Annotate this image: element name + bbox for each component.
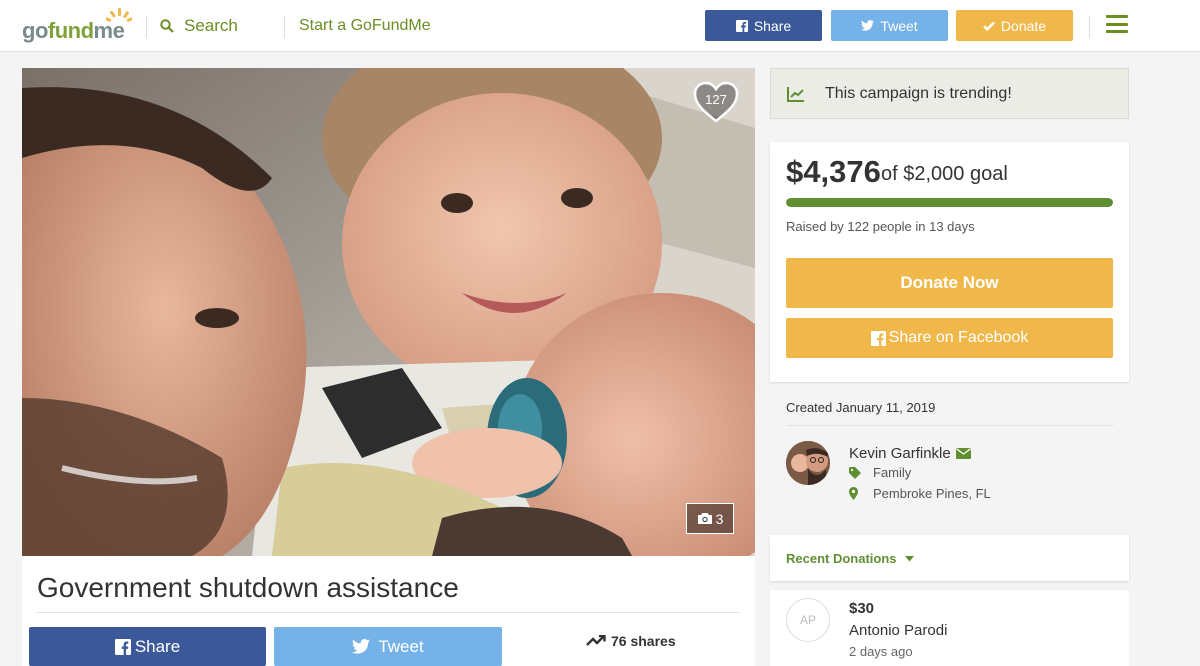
photo-count: 3 bbox=[715, 510, 724, 527]
search-icon bbox=[160, 19, 174, 33]
header-tweet-button[interactable]: Tweet bbox=[831, 10, 948, 41]
donation-amount: $30 bbox=[849, 600, 875, 617]
photo-gallery-button[interactable]: 3 bbox=[686, 503, 734, 534]
organizer-avatar[interactable] bbox=[786, 441, 830, 485]
header-share-label: Share bbox=[753, 17, 792, 34]
header-donate-label: Donate bbox=[1000, 17, 1047, 34]
header-share-button[interactable]: Share bbox=[705, 10, 822, 41]
organizer-divider bbox=[786, 425, 1114, 426]
header-divider bbox=[1089, 16, 1090, 38]
twitter-icon bbox=[352, 639, 371, 654]
campaign-title: Government shutdown assistance bbox=[37, 572, 459, 603]
tweet-label: Tweet bbox=[378, 636, 424, 656]
facebook-icon bbox=[114, 638, 131, 655]
title-divider bbox=[37, 612, 740, 613]
organizer-name-text: Kevin Garfinkle bbox=[849, 445, 951, 462]
facebook-icon bbox=[870, 330, 886, 346]
header-donate-button[interactable]: Donate bbox=[956, 10, 1073, 41]
tag-icon bbox=[849, 466, 861, 479]
header-divider bbox=[284, 16, 285, 38]
trending-text: This campaign is trending! bbox=[825, 85, 1012, 102]
donor-name: Antonio Parodi bbox=[849, 622, 948, 639]
share-button[interactable]: Share bbox=[29, 627, 266, 666]
goal-amount: of $2,000 goal bbox=[881, 163, 1008, 185]
camera-icon bbox=[697, 513, 712, 524]
trending-up-icon bbox=[586, 635, 606, 646]
progress-bar-fill bbox=[786, 198, 1113, 207]
start-gofundme-link[interactable]: Start a GoFundMe bbox=[299, 17, 431, 35]
raised-by-text: Raised by 122 people in 13 days bbox=[786, 219, 975, 234]
caret-down-icon bbox=[904, 555, 914, 561]
campaign-photo[interactable] bbox=[22, 68, 755, 556]
top-header: gofundme Search Start a GoFundMe Share T… bbox=[0, 0, 1200, 52]
hamburger-menu-icon[interactable] bbox=[1106, 15, 1128, 33]
organizer-location-text: Pembroke Pines, FL bbox=[873, 486, 991, 501]
tweet-button[interactable]: Tweet bbox=[274, 627, 502, 666]
campaign-photo-image bbox=[22, 68, 755, 556]
logo-wordmark: gofundme bbox=[22, 18, 125, 43]
organizer-name[interactable]: Kevin Garfinkle bbox=[849, 445, 971, 462]
check-icon bbox=[983, 21, 995, 31]
organizer-avatar-image bbox=[786, 441, 830, 485]
share-on-facebook-button[interactable]: Share on Facebook bbox=[786, 318, 1113, 358]
map-pin-icon bbox=[849, 487, 858, 500]
envelope-icon[interactable] bbox=[955, 448, 971, 459]
donation-time: 2 days ago bbox=[849, 644, 913, 659]
donor-avatar: AP bbox=[786, 598, 830, 642]
twitter-icon bbox=[861, 20, 875, 31]
raised-amount: $4,376 bbox=[786, 154, 881, 189]
created-date: Created January 11, 2019 bbox=[786, 400, 936, 415]
search-link[interactable]: Search bbox=[160, 16, 238, 36]
facebook-icon bbox=[735, 19, 748, 32]
search-label: Search bbox=[184, 16, 238, 35]
organizer-category: Family bbox=[849, 465, 911, 480]
organizer-category-text: Family bbox=[873, 465, 912, 480]
donate-now-button[interactable]: Donate Now bbox=[786, 258, 1113, 308]
recent-donations-dropdown[interactable]: Recent Donations bbox=[786, 551, 914, 566]
header-tweet-label: Tweet bbox=[880, 17, 918, 34]
trending-banner: This campaign is trending! bbox=[770, 68, 1129, 119]
trending-chart-icon bbox=[787, 87, 804, 102]
gofundme-logo[interactable]: gofundme bbox=[22, 8, 132, 44]
heart-count: 127 bbox=[705, 92, 727, 107]
organizer-location: Pembroke Pines, FL bbox=[849, 486, 991, 501]
share-on-facebook-label: Share on Facebook bbox=[888, 329, 1029, 346]
shares-count-text: 76 shares bbox=[611, 633, 676, 649]
share-label: Share bbox=[134, 636, 181, 656]
progress-bar bbox=[786, 198, 1113, 207]
shares-count: 76 shares bbox=[586, 633, 676, 649]
recent-donations-label: Recent Donations bbox=[786, 551, 897, 566]
header-divider bbox=[146, 16, 147, 38]
